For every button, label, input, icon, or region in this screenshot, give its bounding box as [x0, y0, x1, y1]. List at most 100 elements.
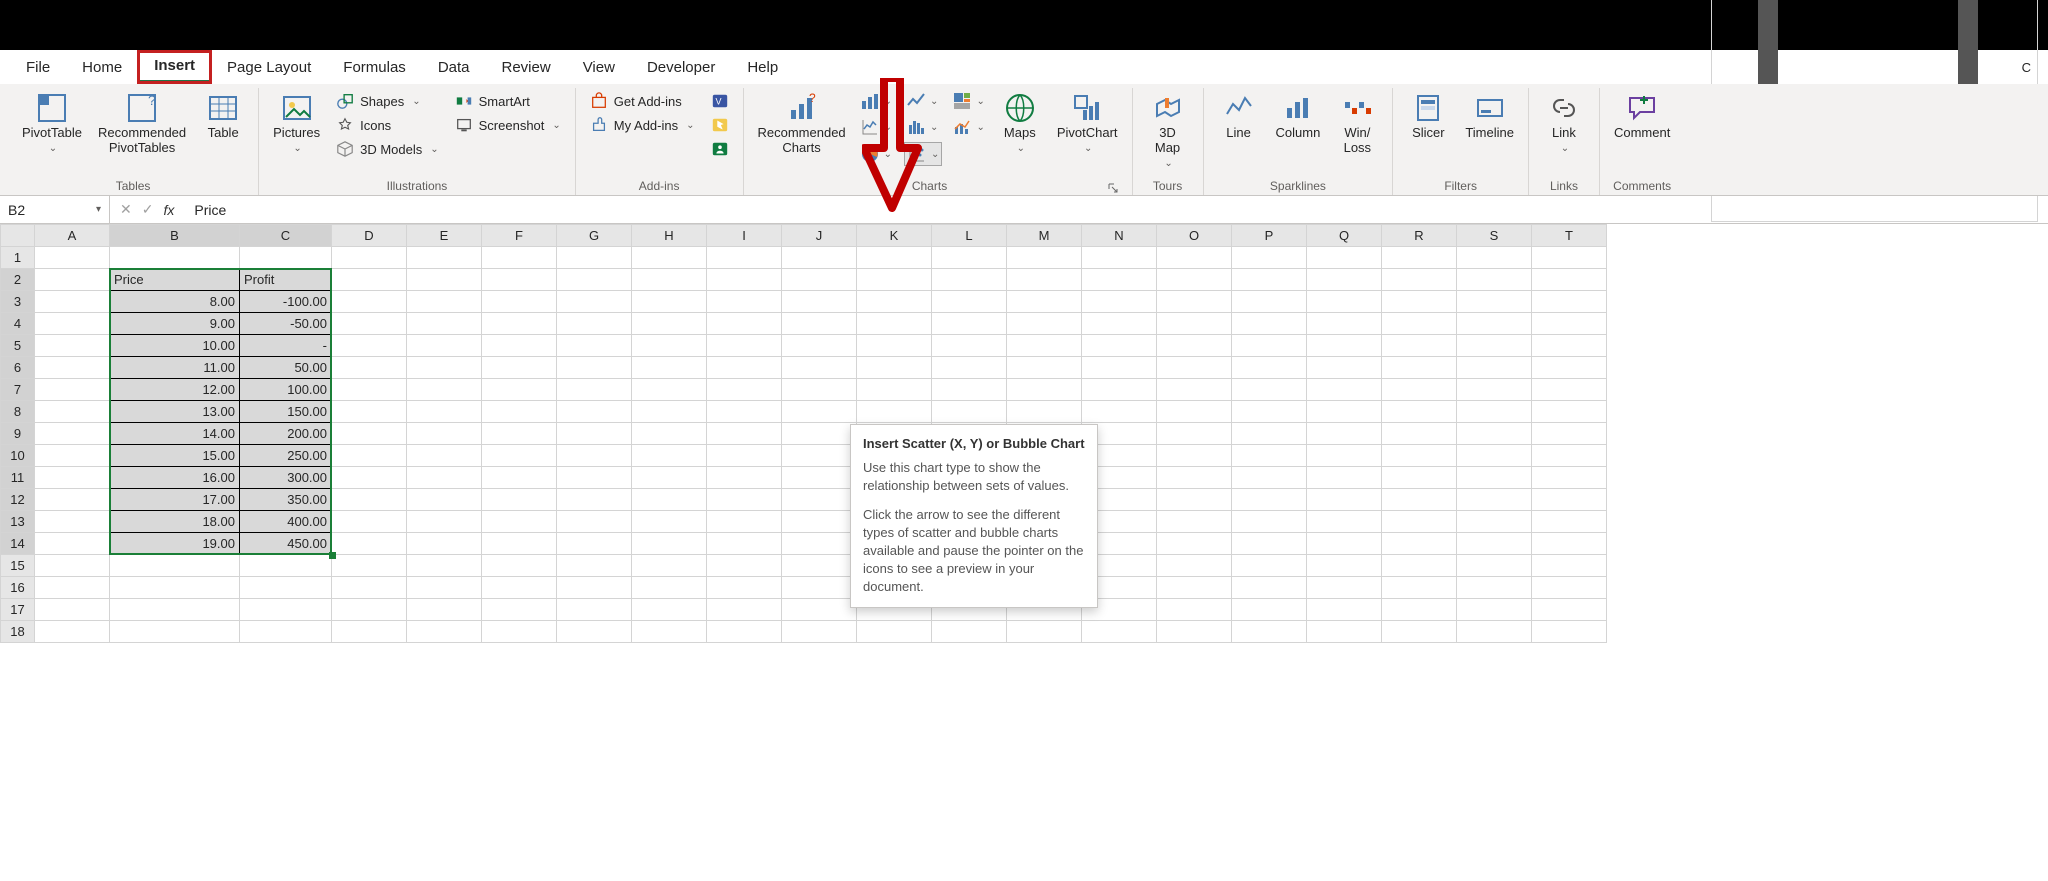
- cell[interactable]: [482, 621, 557, 643]
- cell[interactable]: [707, 335, 782, 357]
- cell[interactable]: [1382, 599, 1457, 621]
- cell[interactable]: [932, 379, 1007, 401]
- cell[interactable]: [1307, 445, 1382, 467]
- cell[interactable]: [632, 467, 707, 489]
- cell[interactable]: [407, 313, 482, 335]
- name-box[interactable]: B2▾: [0, 196, 110, 223]
- cell[interactable]: [1457, 269, 1532, 291]
- cell[interactable]: [407, 533, 482, 555]
- cell[interactable]: [35, 423, 110, 445]
- 3d-map-button[interactable]: 3D Map⌄: [1143, 90, 1193, 171]
- cell[interactable]: [407, 291, 482, 313]
- col-header-S[interactable]: S: [1457, 225, 1532, 247]
- bing-maps-addin-button[interactable]: [707, 114, 733, 136]
- cell[interactable]: [1307, 511, 1382, 533]
- cell[interactable]: [1382, 533, 1457, 555]
- cell[interactable]: [35, 269, 110, 291]
- sparkline-line-button[interactable]: Line: [1214, 90, 1264, 143]
- cell[interactable]: [1007, 291, 1082, 313]
- table-button[interactable]: Table: [198, 90, 248, 143]
- cell[interactable]: [407, 379, 482, 401]
- charts-dialog-launcher[interactable]: [1106, 181, 1120, 195]
- cell[interactable]: [1457, 577, 1532, 599]
- cell[interactable]: [1082, 335, 1157, 357]
- cell[interactable]: [557, 511, 632, 533]
- cell[interactable]: [35, 489, 110, 511]
- cell[interactable]: [1232, 269, 1307, 291]
- cell[interactable]: [1232, 313, 1307, 335]
- cancel-icon[interactable]: ✕: [120, 201, 132, 218]
- col-header-B[interactable]: B: [110, 225, 240, 247]
- cell[interactable]: [1532, 379, 1607, 401]
- cell[interactable]: -: [240, 335, 332, 357]
- cell[interactable]: 17.00: [110, 489, 240, 511]
- cell[interactable]: [782, 467, 857, 489]
- cell[interactable]: [332, 357, 407, 379]
- cell[interactable]: [557, 269, 632, 291]
- row-header-6[interactable]: 6: [1, 357, 35, 379]
- cell[interactable]: [707, 269, 782, 291]
- cell[interactable]: [1457, 599, 1532, 621]
- cell[interactable]: [1382, 379, 1457, 401]
- cell[interactable]: [1457, 291, 1532, 313]
- row-header-17[interactable]: 17: [1, 599, 35, 621]
- cell[interactable]: [632, 577, 707, 599]
- tab-developer[interactable]: Developer: [631, 53, 731, 82]
- row-header-16[interactable]: 16: [1, 577, 35, 599]
- cell[interactable]: [1232, 291, 1307, 313]
- row-header-3[interactable]: 3: [1, 291, 35, 313]
- cell[interactable]: [110, 247, 240, 269]
- row-header-4[interactable]: 4: [1, 313, 35, 335]
- cell[interactable]: [1007, 269, 1082, 291]
- enter-icon[interactable]: ✓: [142, 201, 154, 218]
- col-header-A[interactable]: A: [35, 225, 110, 247]
- cell[interactable]: [632, 357, 707, 379]
- cell[interactable]: [557, 467, 632, 489]
- cell[interactable]: 8.00: [110, 291, 240, 313]
- cell[interactable]: [782, 247, 857, 269]
- cell[interactable]: 200.00: [240, 423, 332, 445]
- cell[interactable]: [482, 555, 557, 577]
- col-header-C[interactable]: C: [240, 225, 332, 247]
- cell[interactable]: [857, 357, 932, 379]
- cell[interactable]: [1382, 291, 1457, 313]
- cell[interactable]: [1082, 379, 1157, 401]
- cell[interactable]: [35, 511, 110, 533]
- 3d-models-button[interactable]: 3D Models⌄: [332, 138, 443, 160]
- cell[interactable]: [632, 423, 707, 445]
- cell[interactable]: [1532, 489, 1607, 511]
- cell[interactable]: [1382, 269, 1457, 291]
- cell[interactable]: [707, 401, 782, 423]
- icons-button[interactable]: Icons: [332, 114, 443, 136]
- cell[interactable]: 11.00: [110, 357, 240, 379]
- statistic-chart-dropdown[interactable]: ⌄: [904, 116, 940, 138]
- cell[interactable]: [1007, 313, 1082, 335]
- cell[interactable]: [932, 401, 1007, 423]
- cell[interactable]: [632, 621, 707, 643]
- cell[interactable]: [1157, 401, 1232, 423]
- cell[interactable]: [1157, 489, 1232, 511]
- cell[interactable]: [407, 621, 482, 643]
- cell[interactable]: [1007, 247, 1082, 269]
- cell[interactable]: 250.00: [240, 445, 332, 467]
- row-header-1[interactable]: 1: [1, 247, 35, 269]
- cell[interactable]: [482, 599, 557, 621]
- cell[interactable]: [1532, 247, 1607, 269]
- cell[interactable]: [482, 467, 557, 489]
- cell[interactable]: [1307, 577, 1382, 599]
- cell[interactable]: [332, 511, 407, 533]
- cell[interactable]: [240, 599, 332, 621]
- cell[interactable]: [557, 247, 632, 269]
- cell[interactable]: [332, 401, 407, 423]
- cell[interactable]: [332, 489, 407, 511]
- cell[interactable]: [1382, 489, 1457, 511]
- cell[interactable]: [1532, 577, 1607, 599]
- cell[interactable]: [632, 247, 707, 269]
- cell[interactable]: [632, 379, 707, 401]
- combo-chart-dropdown[interactable]: ⌄: [950, 116, 986, 138]
- cell[interactable]: [1382, 247, 1457, 269]
- cell[interactable]: [557, 577, 632, 599]
- cell[interactable]: [332, 291, 407, 313]
- cell[interactable]: [1157, 291, 1232, 313]
- recommended-pivottables-button[interactable]: ? Recommended PivotTables: [94, 90, 190, 158]
